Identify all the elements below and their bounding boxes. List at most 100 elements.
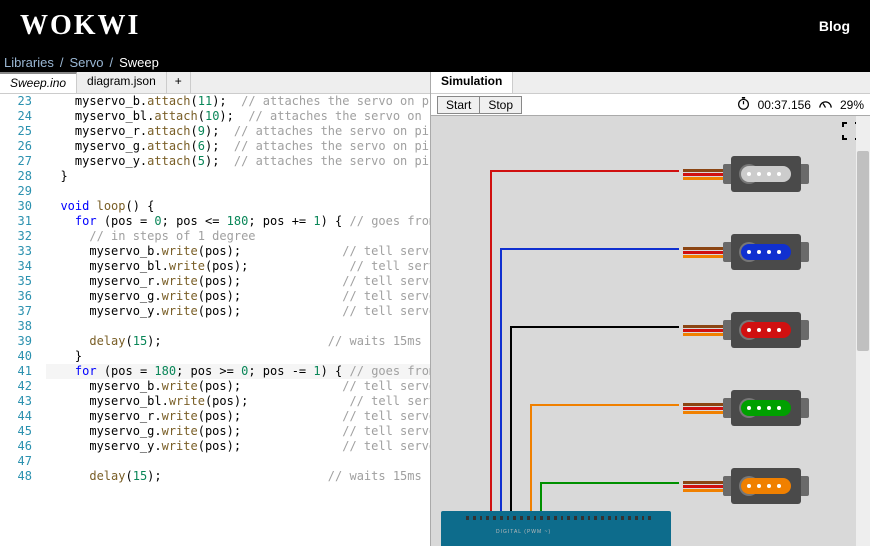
sim-time: 00:37.156	[758, 98, 811, 112]
start-button[interactable]: Start	[437, 96, 479, 114]
tab-diagram-json[interactable]: diagram.json	[77, 72, 167, 93]
arduino-pin	[513, 516, 516, 520]
logo[interactable]: WOKWI	[20, 10, 140, 42]
header: WOKWI Blog	[0, 0, 870, 52]
code-line[interactable]: }	[46, 169, 430, 184]
editor-tabs: Sweep.ino diagram.json +	[0, 72, 430, 94]
line-number: 44	[0, 409, 32, 424]
code-line[interactable]: myservo_bl.attach(10); // attaches the s…	[46, 109, 430, 124]
servo-red[interactable]	[711, 312, 811, 352]
arduino-pin	[480, 516, 483, 520]
code-line[interactable]: }	[46, 349, 430, 364]
code-line[interactable]: delay(15); // waits 15ms fo	[46, 469, 430, 484]
tab-sweep-ino[interactable]: Sweep.ino	[0, 72, 77, 93]
code-line[interactable]: myservo_b.write(pos); // tell servo	[46, 244, 430, 259]
breadcrumb-libraries[interactable]: Libraries	[4, 55, 54, 70]
code-line[interactable]: myservo_y.write(pos); // tell servo	[46, 439, 430, 454]
code-line[interactable]: myservo_r.attach(9); // attaches the ser…	[46, 124, 430, 139]
line-number: 28	[0, 169, 32, 184]
code-line[interactable]: myservo_bl.write(pos); // tell servo	[46, 394, 430, 409]
servo-connector	[683, 402, 723, 416]
tab-add[interactable]: +	[167, 72, 191, 93]
arduino-digital-label: DIGITAL (PWM ~)	[496, 529, 551, 535]
code-line[interactable]: myservo_r.write(pos); // tell servo	[46, 409, 430, 424]
code-line[interactable]: myservo_b.write(pos); // tell servo	[46, 379, 430, 394]
line-number: 24	[0, 109, 32, 124]
servo-orange[interactable]	[711, 468, 811, 508]
line-number: 45	[0, 424, 32, 439]
breadcrumb-sep: /	[60, 55, 64, 70]
code-line[interactable]	[46, 184, 430, 199]
editor-pane: Sweep.ino diagram.json + 232425262728293…	[0, 72, 430, 546]
servo-horn	[741, 244, 791, 260]
line-number: 34	[0, 259, 32, 274]
stopwatch-icon	[737, 97, 750, 113]
code-line[interactable]: myservo_r.write(pos); // tell servo	[46, 274, 430, 289]
sim-controls: Start Stop 00:37.156 29%	[431, 94, 870, 116]
arduino-pin	[486, 516, 489, 520]
line-number: 23	[0, 94, 32, 109]
arduino-pin	[588, 516, 591, 520]
code-line[interactable]: // in steps of 1 degree	[46, 229, 430, 244]
arduino-pin	[581, 516, 584, 520]
servo-connector	[683, 324, 723, 338]
line-number: 37	[0, 304, 32, 319]
arduino-pin	[547, 516, 550, 520]
code-line[interactable]: myservo_bl.write(pos); // tell servo	[46, 259, 430, 274]
servo-green[interactable]	[711, 390, 811, 430]
code-line[interactable]: myservo_g.write(pos); // tell servo	[46, 424, 430, 439]
line-number: 39	[0, 334, 32, 349]
speed-icon	[819, 97, 832, 113]
wire	[491, 171, 679, 521]
sim-scrollbar[interactable]	[856, 116, 870, 546]
arduino-pin	[621, 516, 624, 520]
code-line[interactable]: for (pos = 180; pos >= 0; pos -= 1) { //…	[46, 364, 430, 379]
code-line[interactable]	[46, 454, 430, 469]
servo-white[interactable]	[711, 156, 811, 196]
sim-canvas[interactable]: DIGITAL (PWM ~) ◎◎ UNO	[431, 116, 870, 546]
line-number: 40	[0, 349, 32, 364]
blog-link[interactable]: Blog	[819, 18, 850, 34]
breadcrumb-current: Sweep	[119, 55, 159, 70]
code-line[interactable]: void loop() {	[46, 199, 430, 214]
code-line[interactable]: myservo_g.attach(6); // attaches the ser…	[46, 139, 430, 154]
line-number: 43	[0, 394, 32, 409]
arduino-pin	[574, 516, 577, 520]
servo-horn	[741, 478, 791, 494]
code-line[interactable]: myservo_g.write(pos); // tell servo	[46, 289, 430, 304]
breadcrumb: Libraries / Servo / Sweep	[0, 52, 870, 72]
code-line[interactable]	[46, 319, 430, 334]
tab-simulation[interactable]: Simulation	[431, 72, 513, 93]
breadcrumb-servo[interactable]: Servo	[69, 55, 103, 70]
arduino-pin	[594, 516, 597, 520]
line-number: 26	[0, 139, 32, 154]
stop-button[interactable]: Stop	[479, 96, 522, 114]
code-line[interactable]: for (pos = 0; pos <= 180; pos += 1) { //…	[46, 214, 430, 229]
arduino-pin	[567, 516, 570, 520]
arduino-board[interactable]: DIGITAL (PWM ~) ◎◎ UNO	[441, 511, 671, 546]
line-gutter: 2324252627282930313233343536373839404142…	[0, 94, 40, 484]
arduino-pin	[507, 516, 510, 520]
arduino-pin	[628, 516, 631, 520]
code-editor[interactable]: 2324252627282930313233343536373839404142…	[0, 94, 430, 546]
code-area[interactable]: myservo_b.attach(11); // attaches the se…	[46, 94, 430, 484]
arduino-pin	[608, 516, 611, 520]
code-line[interactable]: myservo_y.attach(5); // attaches the ser…	[46, 154, 430, 169]
code-line[interactable]: myservo_y.write(pos); // tell servo	[46, 304, 430, 319]
code-line[interactable]: delay(15); // waits 15ms fo	[46, 334, 430, 349]
servo-connector	[683, 168, 723, 182]
arduino-pin	[540, 516, 543, 520]
line-number: 48	[0, 469, 32, 484]
arduino-pin	[554, 516, 557, 520]
sim-scrollbar-thumb[interactable]	[857, 151, 869, 351]
wire	[501, 249, 679, 521]
servo-horn	[741, 166, 791, 182]
code-line[interactable]: myservo_b.attach(11); // attaches the se…	[46, 94, 430, 109]
line-number: 29	[0, 184, 32, 199]
sim-tabs: Simulation	[431, 72, 870, 94]
servo-blue[interactable]	[711, 234, 811, 274]
arduino-pin	[520, 516, 523, 520]
servo-horn	[741, 322, 791, 338]
arduino-pin	[642, 516, 645, 520]
line-number: 41	[0, 364, 32, 379]
